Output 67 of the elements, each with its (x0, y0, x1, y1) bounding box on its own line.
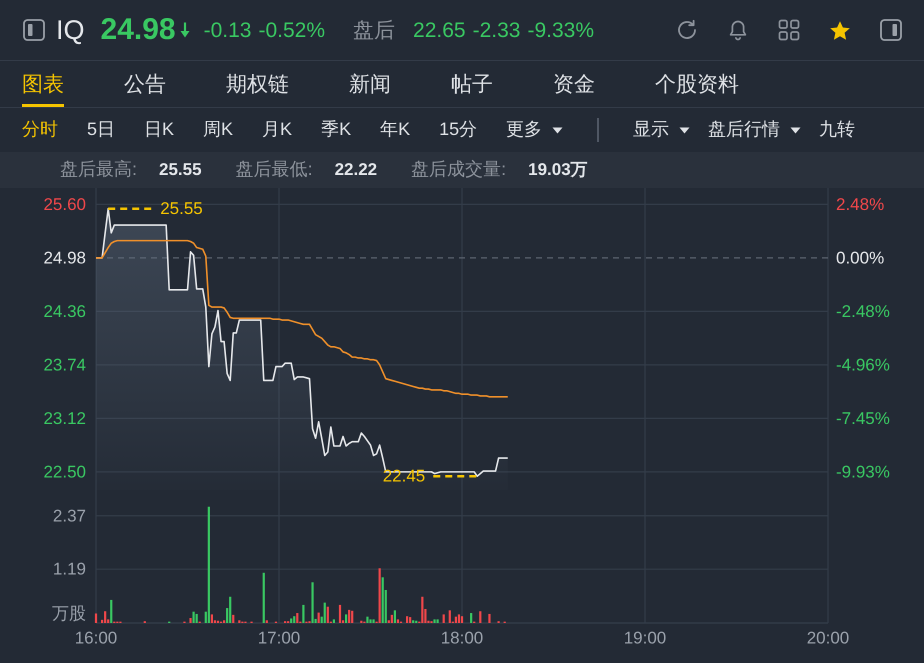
stat-value: 25.55 (159, 160, 202, 180)
last-price: 24.98 (100, 15, 176, 45)
tab[interactable]: 资金 (553, 61, 595, 107)
stat-value: 19.03万 (528, 160, 588, 180)
time-axis-label: 19:00 (624, 628, 666, 648)
percent-axis-label: 2.48% (836, 194, 884, 214)
toolbar-button[interactable]: 九转 (819, 119, 856, 141)
volume-bar (442, 614, 445, 623)
panel-toggle-icon[interactable] (880, 19, 902, 41)
price-axis-label: 22.50 (43, 462, 86, 482)
percent-axis-label: -7.45% (836, 408, 890, 428)
time-axis-label: 16:00 (74, 628, 118, 648)
volume-bar (488, 614, 491, 623)
low-price-label: 22.45 (382, 466, 426, 486)
after-hours-percent-change: -9.33% (527, 20, 594, 40)
price-axis-label: 24.98 (43, 248, 86, 268)
star-icon[interactable] (829, 20, 851, 40)
dropdown-button[interactable]: 显示 (633, 119, 690, 141)
period-tab[interactable]: 5日 (87, 119, 116, 141)
time-axis-label: 18:00 (440, 628, 484, 648)
bell-icon[interactable] (727, 19, 749, 41)
volume-axis-label: 1.19 (52, 560, 86, 579)
grid-icon[interactable] (778, 19, 800, 41)
tab[interactable]: 图表 (22, 61, 64, 107)
percent-axis-label: -9.93% (836, 462, 890, 482)
price-axis-label: 23.12 (43, 408, 86, 428)
price-axis-label: 23.74 (43, 355, 86, 374)
period-tab[interactable]: 季K (321, 119, 352, 141)
refresh-icon[interactable] (676, 19, 698, 41)
stat-label: 盘后最低: (236, 159, 313, 181)
period-tab[interactable]: 分时 (22, 119, 58, 141)
tab[interactable]: 公告 (124, 61, 166, 107)
price-axis-label: 24.36 (43, 302, 86, 321)
sidebar-toggle-icon[interactable] (23, 19, 45, 41)
price-axis-label: 25.60 (43, 194, 86, 214)
after-hours-change: -2.33 (472, 20, 520, 40)
dropdown-button[interactable]: 更多 (506, 119, 564, 141)
leader-line (433, 474, 478, 478)
volume-axis-label: 万股 (52, 604, 86, 623)
tab[interactable]: 帖子 (451, 61, 493, 107)
volume-axis-label: 2.37 (52, 506, 86, 526)
stat-label: 盘后成交量: (411, 159, 506, 181)
percent-axis-label: -2.48% (836, 302, 890, 321)
ticker-symbol: IQ (56, 16, 85, 44)
period-tab[interactable]: 日K (144, 119, 174, 141)
time-axis-label: 20:00 (806, 628, 850, 648)
volume-bar (479, 611, 482, 623)
period-tab[interactable]: 周K (203, 119, 234, 141)
percent-axis-label: 0.00% (836, 248, 884, 268)
dropdown-button[interactable]: 盘后行情 (708, 119, 802, 141)
period-tab[interactable]: 15分 (439, 119, 478, 141)
percent-axis-label: -4.96% (836, 355, 890, 374)
time-axis-label: 17:00 (258, 628, 300, 648)
percent-change: -0.52% (258, 20, 326, 40)
period-tab[interactable]: 月K (262, 119, 292, 141)
tab[interactable]: 期权链 (226, 61, 289, 107)
after-hours-label: 盘后 (353, 20, 396, 40)
after-hours-price: 22.65 (413, 20, 466, 40)
stat-label: 盘后最高: (60, 159, 138, 181)
period-tab[interactable]: 年K (380, 119, 410, 141)
volume-bar (94, 614, 98, 623)
tab[interactable]: 新闻 (349, 61, 391, 107)
high-price-label: 25.55 (160, 199, 203, 218)
price-change: -0.13 (204, 20, 252, 40)
leader-line (108, 207, 152, 210)
stat-value: 22.22 (334, 160, 378, 180)
tab[interactable]: 个股资料 (655, 61, 739, 107)
